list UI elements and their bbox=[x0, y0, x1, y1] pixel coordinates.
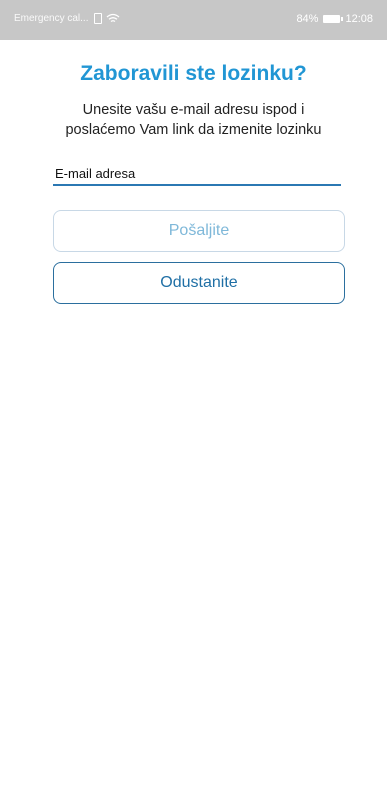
clock: 12:08 bbox=[345, 13, 373, 25]
status-bar: Emergency cal... 84% 12:08 bbox=[0, 0, 387, 40]
instructions-text: Unesite vašu e-mail adresu ispod i posla… bbox=[20, 100, 367, 140]
send-button-label: Pošaljite bbox=[168, 222, 230, 239]
battery-icon bbox=[323, 15, 344, 23]
sim-icon bbox=[94, 13, 103, 24]
battery-percent: 84% bbox=[296, 13, 319, 25]
email-field[interactable]: E-mail adresa bbox=[55, 166, 135, 181]
send-button[interactable]: Pošaljite bbox=[53, 210, 345, 252]
instructions-line-1: Unesite vašu e-mail adresu ispod i bbox=[82, 102, 305, 118]
cancel-button-label: Odustanite bbox=[160, 274, 238, 291]
instructions-line-2: poslaćemo Vam link da izmenite lozinku bbox=[65, 122, 322, 138]
status-bar-right: 84% 12:08 bbox=[296, 13, 373, 25]
page-title: Zaboravili ste lozinku? bbox=[80, 62, 307, 85]
status-bar-left: Emergency cal... bbox=[14, 13, 120, 24]
cancel-button[interactable]: Odustanite bbox=[53, 262, 345, 304]
email-field-underline bbox=[53, 184, 341, 186]
carrier-label: Emergency cal... bbox=[14, 13, 89, 24]
wifi-icon bbox=[106, 13, 120, 24]
